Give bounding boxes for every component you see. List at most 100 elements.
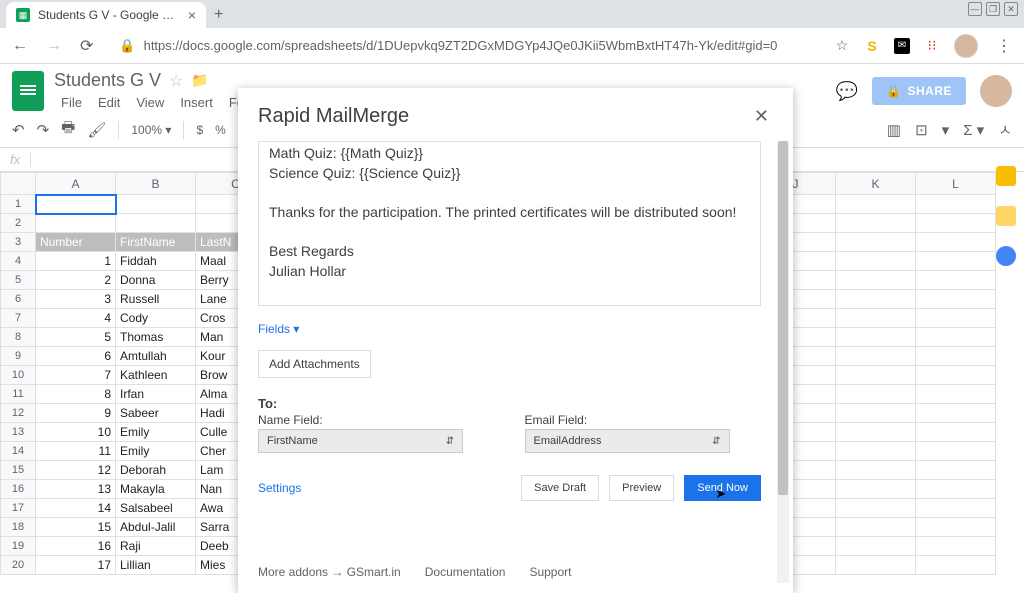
folder-icon[interactable]: 📁 (191, 72, 208, 89)
profile-avatar-icon[interactable] (954, 34, 978, 58)
cell[interactable]: Salsabeel (116, 499, 196, 518)
cell[interactable] (836, 233, 916, 252)
close-icon[interactable]: ✕ (750, 102, 773, 131)
row-header[interactable]: 14 (1, 442, 36, 461)
cell[interactable]: 9 (36, 404, 116, 423)
cell[interactable] (836, 461, 916, 480)
row-header[interactable]: 7 (1, 309, 36, 328)
currency-format[interactable]: $ (196, 123, 203, 137)
calendar-addon-icon[interactable] (996, 166, 1016, 186)
cell[interactable]: 1 (36, 252, 116, 271)
insert-chart-icon[interactable]: ▥ (887, 121, 901, 139)
row-header[interactable]: 12 (1, 404, 36, 423)
cell[interactable]: 15 (36, 518, 116, 537)
menu-file[interactable]: File (54, 93, 89, 112)
cell[interactable] (916, 404, 996, 423)
row-header[interactable]: 3 (1, 233, 36, 252)
reload-button[interactable]: ⟳ (76, 32, 97, 60)
row-header[interactable]: 9 (1, 347, 36, 366)
row-header[interactable]: 19 (1, 537, 36, 556)
cell[interactable] (36, 214, 116, 233)
cell[interactable]: Lillian (116, 556, 196, 575)
cell[interactable] (916, 518, 996, 537)
row-header[interactable]: 20 (1, 556, 36, 575)
url-box[interactable]: 🔒 https://docs.google.com/spreadsheets/d… (107, 34, 824, 58)
cell[interactable] (916, 442, 996, 461)
cell[interactable]: Kathleen (116, 366, 196, 385)
filter-icon[interactable]: ▾ (942, 121, 950, 139)
cell[interactable] (916, 556, 996, 575)
cell[interactable]: Emily (116, 423, 196, 442)
dialog-scrollbar[interactable] (777, 141, 789, 583)
cell[interactable]: Emily (116, 442, 196, 461)
extension-dots-icon[interactable]: ⁝⁝ (924, 38, 940, 54)
extension-mail-icon[interactable]: ✉ (894, 38, 910, 54)
percent-format[interactable]: % (215, 123, 226, 137)
col-header[interactable]: K (836, 173, 916, 195)
cell[interactable] (916, 252, 996, 271)
row-header[interactable]: 11 (1, 385, 36, 404)
cell[interactable] (836, 423, 916, 442)
add-attachments-button[interactable]: Add Attachments (258, 350, 371, 378)
zoom-select[interactable]: 100% ▾ (131, 123, 171, 137)
settings-link[interactable]: Settings (258, 481, 301, 495)
back-button[interactable]: ← (8, 33, 32, 59)
cell[interactable] (916, 309, 996, 328)
cell[interactable]: Fiddah (116, 252, 196, 271)
col-header[interactable]: A (36, 173, 116, 195)
row-header[interactable]: 10 (1, 366, 36, 385)
fields-dropdown-link[interactable]: Fields ▾ (258, 322, 299, 336)
row-header[interactable]: 13 (1, 423, 36, 442)
forward-button[interactable]: → (42, 33, 66, 59)
cell[interactable] (836, 442, 916, 461)
minimize-button[interactable]: — (968, 2, 982, 16)
browser-menu-icon[interactable]: ⋮ (992, 32, 1016, 60)
cell[interactable]: 17 (36, 556, 116, 575)
cell[interactable]: 2 (36, 271, 116, 290)
row-header[interactable]: 1 (1, 195, 36, 214)
cell[interactable]: 14 (36, 499, 116, 518)
star-icon[interactable]: ☆ (169, 71, 183, 91)
cell[interactable]: Irfan (116, 385, 196, 404)
document-title[interactable]: Students G V (54, 70, 161, 91)
new-tab-button[interactable]: + (206, 2, 231, 28)
cell[interactable] (836, 290, 916, 309)
name-field-select[interactable]: FirstName ⇵ (258, 429, 463, 453)
tasks-addon-icon[interactable] (996, 246, 1016, 266)
extension-s-icon[interactable]: S (864, 38, 880, 54)
cell[interactable] (916, 366, 996, 385)
save-draft-button[interactable]: Save Draft (521, 475, 599, 501)
cell[interactable]: Abdul-Jalil (116, 518, 196, 537)
col-header[interactable]: L (916, 173, 996, 195)
browser-tab[interactable]: ▦ Students G V - Google Sheets × (6, 2, 206, 28)
cell[interactable]: FirstName (116, 233, 196, 252)
row-header[interactable]: 8 (1, 328, 36, 347)
cell[interactable] (836, 480, 916, 499)
menu-view[interactable]: View (129, 93, 171, 112)
cell[interactable]: Cody (116, 309, 196, 328)
cell[interactable]: 4 (36, 309, 116, 328)
cell[interactable]: 16 (36, 537, 116, 556)
cell[interactable] (916, 290, 996, 309)
documentation-link[interactable]: Documentation (425, 565, 506, 579)
cell[interactable]: Thomas (116, 328, 196, 347)
cell[interactable]: 10 (36, 423, 116, 442)
cell[interactable] (836, 195, 916, 214)
cell[interactable] (916, 195, 996, 214)
cell[interactable]: Raji (116, 537, 196, 556)
cell[interactable]: 5 (36, 328, 116, 347)
row-header[interactable]: 17 (1, 499, 36, 518)
row-header[interactable]: 2 (1, 214, 36, 233)
cell[interactable]: 7 (36, 366, 116, 385)
undo-icon[interactable]: ↶ (12, 121, 25, 139)
share-button[interactable]: 🔒 SHARE (872, 77, 966, 105)
cell[interactable] (116, 195, 196, 214)
cell[interactable]: 13 (36, 480, 116, 499)
cell[interactable] (836, 499, 916, 518)
col-header[interactable]: B (116, 173, 196, 195)
cell[interactable]: 8 (36, 385, 116, 404)
row-header[interactable]: 5 (1, 271, 36, 290)
cell[interactable] (916, 499, 996, 518)
collapse-toolbar-icon[interactable]: ㅅ (998, 119, 1012, 140)
cell[interactable] (916, 461, 996, 480)
